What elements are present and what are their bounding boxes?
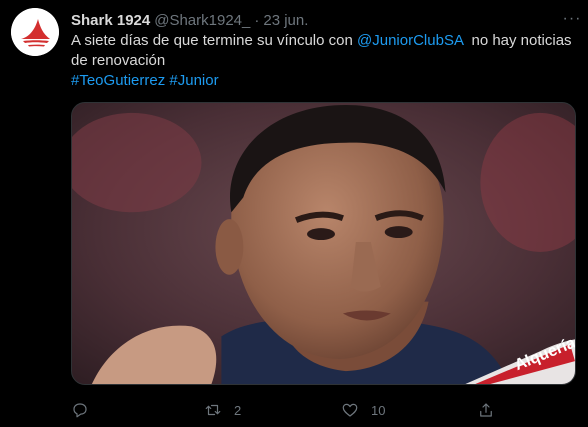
- reply-button[interactable]: [71, 398, 89, 422]
- retweet-icon: [205, 404, 221, 416]
- tweet-card[interactable]: Shark 1924 @Shark1924_ · 23 jun. ··· A s…: [0, 0, 588, 427]
- hashtag-link[interactable]: #Junior: [169, 72, 218, 89]
- user-handle[interactable]: @Shark1924_: [154, 12, 250, 29]
- display-name[interactable]: Shark 1924: [71, 12, 150, 29]
- retweet-count: 2: [234, 402, 242, 418]
- like-button[interactable]: 10: [341, 398, 385, 422]
- tweet-text-line-2: de renovación: [71, 52, 166, 69]
- separator-dot: ·: [254, 11, 260, 29]
- avatar[interactable]: [11, 8, 59, 56]
- tweet-text-segment: A siete días de que termine su vínculo c…: [71, 32, 358, 49]
- mention-link[interactable]: @JuniorClubSA: [357, 32, 463, 49]
- retweet-button[interactable]: 2: [204, 398, 241, 422]
- tweet-date[interactable]: 23 jun.: [263, 12, 308, 29]
- more-options-button[interactable]: ···: [561, 9, 583, 29]
- shark-logo-icon: [11, 8, 59, 56]
- heart-icon: [342, 403, 358, 417]
- share-button[interactable]: [477, 398, 495, 422]
- tweet-actions: 2 10: [71, 398, 501, 422]
- tweet-text-line-1: A siete días de que termine su vínculo c…: [71, 31, 576, 51]
- tweet-media-image[interactable]: Alquería: [71, 102, 576, 385]
- hashtag-line: #TeoGutierrez #Junior: [71, 71, 576, 91]
- reply-icon: [73, 403, 87, 418]
- tweet-header: Shark 1924 @Shark1924_ · 23 jun.: [71, 10, 308, 30]
- hashtag-link[interactable]: #TeoGutierrez: [71, 72, 165, 89]
- player-photo: Alquería: [72, 103, 575, 384]
- share-icon: [480, 403, 492, 417]
- more-icon: ···: [562, 10, 582, 27]
- tweet-text: A siete días de que termine su vínculo c…: [71, 31, 576, 91]
- tweet-text-segment: no hay noticias: [463, 32, 572, 49]
- like-count: 10: [371, 402, 386, 418]
